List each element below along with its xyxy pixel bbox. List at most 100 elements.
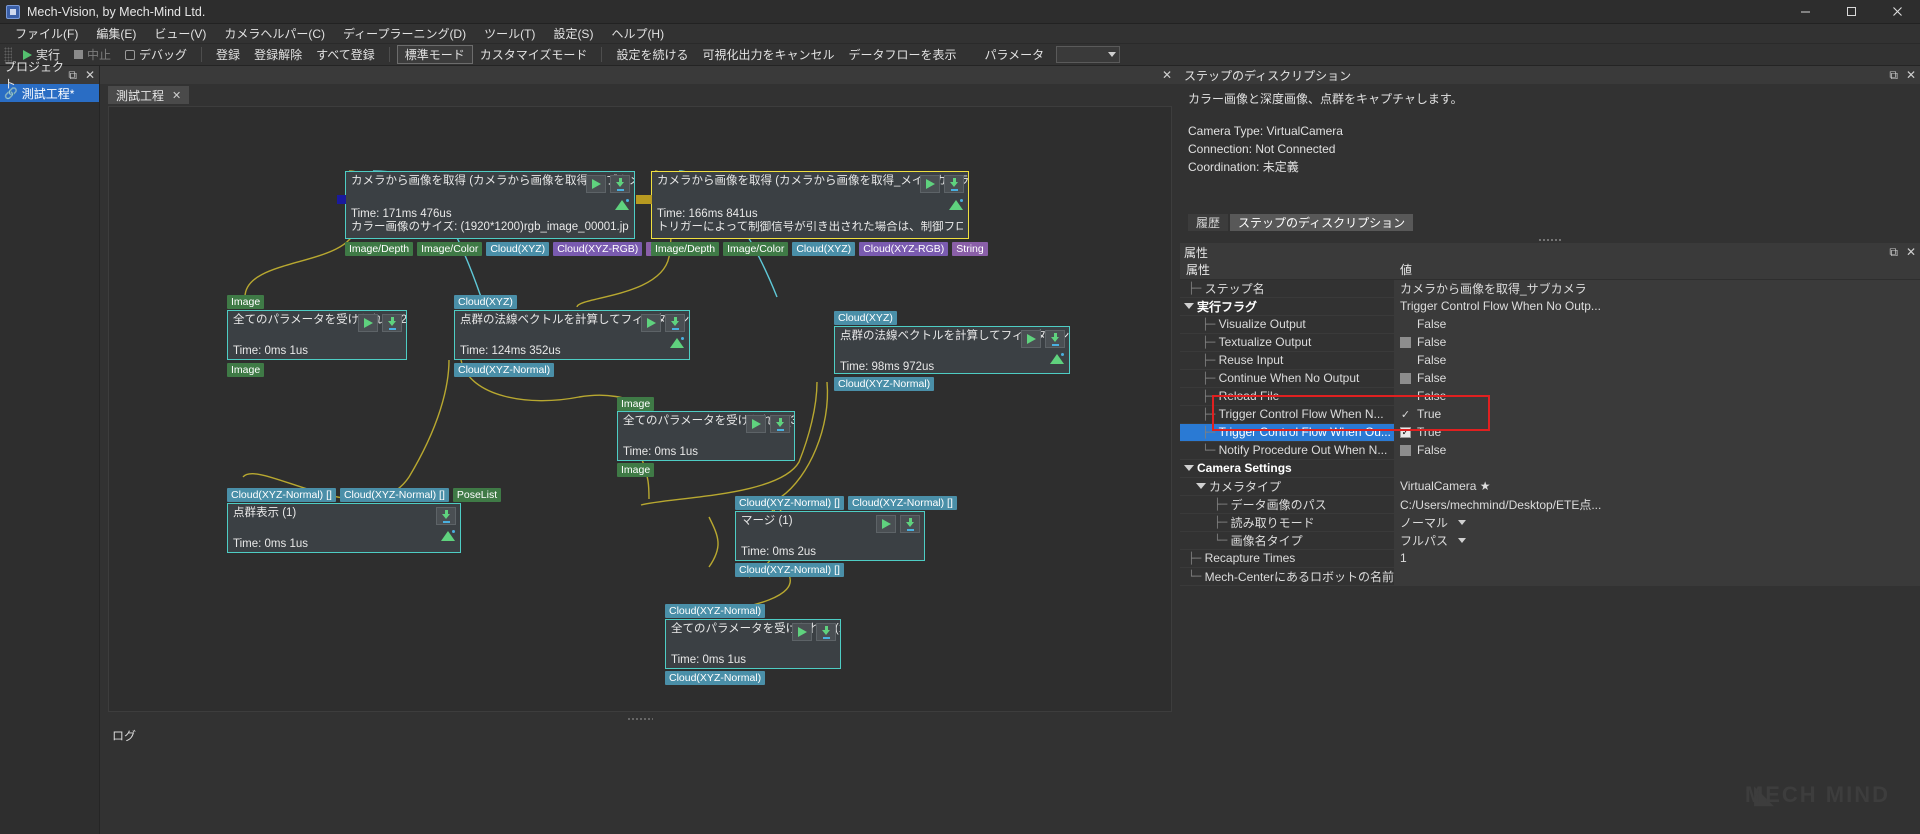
editor-close-icon[interactable]: ✕ xyxy=(1162,69,1172,81)
node-accept-all-params-3[interactable]: 全てのパラメータを受け入れる (3) Time: 0ms 1us xyxy=(617,411,795,461)
chevron-down-icon[interactable] xyxy=(1196,483,1206,489)
port-cloud-xyz-rgb[interactable]: Cloud(XYZ-RGB) xyxy=(553,242,643,256)
checkbox-icon[interactable] xyxy=(1399,444,1411,456)
show-dataflow-button[interactable]: データフローを表示 xyxy=(841,45,963,64)
port-string[interactable]: String xyxy=(952,242,988,256)
node-accept-all-params-1[interactable]: 全てのパラメータを受け入れる (1) Time: 0ms 1us xyxy=(665,619,841,669)
port-cloud-xyz-rgb[interactable]: Cloud(XYZ-RGB) xyxy=(859,242,949,256)
editor-tab-project[interactable]: 測試工程 ✕ xyxy=(108,86,190,104)
menu-edit[interactable]: 編集(E) xyxy=(87,24,145,44)
float-icon[interactable]: ⧉ xyxy=(1889,246,1898,258)
stop-button[interactable]: 中止 xyxy=(67,45,118,64)
minimize-button[interactable] xyxy=(1782,0,1828,24)
node-download-button[interactable] xyxy=(1045,330,1065,348)
standard-mode-button[interactable]: 標準モード xyxy=(396,45,473,64)
port-cloud-xyz-normal[interactable]: Cloud(XYZ-Normal) xyxy=(454,363,555,377)
node-run-button[interactable] xyxy=(792,623,812,641)
continue-setting-button[interactable]: 設定を続ける xyxy=(609,45,695,64)
port-image[interactable]: Image xyxy=(227,295,265,309)
node-run-button[interactable] xyxy=(920,175,940,193)
port-cloud-xyz-normal-a[interactable]: Cloud(XYZ-Normal) [] xyxy=(227,488,336,502)
port-cloud-xyz[interactable]: Cloud(XYZ) xyxy=(486,242,550,256)
port-cloud-xyz-normal[interactable]: Cloud(XYZ-Normal) xyxy=(665,604,766,618)
table-row[interactable]: Camera Settings xyxy=(1180,459,1920,478)
checkbox-icon[interactable] xyxy=(1399,336,1411,348)
port-cloud-xyz-normal[interactable]: Cloud(XYZ-Normal) xyxy=(834,377,935,391)
project-list-item[interactable]: 🔗 測試工程* xyxy=(0,84,99,102)
node-download-button[interactable] xyxy=(944,175,964,193)
node-download-button[interactable] xyxy=(816,623,836,641)
node-download-button[interactable] xyxy=(770,415,790,433)
port-cloud-xyz[interactable]: Cloud(XYZ) xyxy=(792,242,856,256)
checkbox-icon[interactable] xyxy=(1399,372,1411,384)
close-icon[interactable]: ✕ xyxy=(1906,69,1916,81)
node-accept-all-params-2[interactable]: 全てのパラメータを受け入れる (2) Time: 0ms 1us xyxy=(227,310,407,360)
menu-deep-learning[interactable]: ディープラーニング(D) xyxy=(334,24,475,44)
register-all-button[interactable]: すべて登録 xyxy=(309,45,382,64)
node-download-button[interactable] xyxy=(610,175,630,193)
menu-help[interactable]: ヘルプ(H) xyxy=(602,24,673,44)
custom-mode-button[interactable]: カスタマイズモード xyxy=(473,45,595,64)
menu-camera-helper[interactable]: カメラヘルパー(C) xyxy=(215,24,334,44)
cancel-visual-output-button[interactable]: 可視化出力をキャンセル xyxy=(695,45,841,64)
float-icon[interactable]: ⧉ xyxy=(68,69,77,81)
table-row[interactable]: ├─ Reload File False xyxy=(1180,387,1920,406)
node-merge-1[interactable]: マージ (1) Time: 0ms 2us xyxy=(735,511,925,561)
node-download-button[interactable] xyxy=(436,507,456,525)
node-normal-filter-2[interactable]: 点群の法線ベクトルを計算してフィルタリング (2) Time: 98ms 972… xyxy=(834,326,1070,374)
menu-settings[interactable]: 設定(S) xyxy=(544,24,602,44)
node-download-button[interactable] xyxy=(665,314,685,332)
port-cloud-xyz[interactable]: Cloud(XYZ) xyxy=(454,295,517,309)
port-image[interactable]: Image xyxy=(617,397,655,411)
graph-canvas[interactable]: カメラから画像を取得 (カメラから画像を取得_サブカメラ) Time: 171m… xyxy=(108,106,1172,712)
port-image[interactable]: Image xyxy=(227,363,265,377)
tab-step-description[interactable]: ステップのディスクリプション xyxy=(1230,214,1414,231)
table-row[interactable]: ├─ Reuse Input False xyxy=(1180,351,1920,370)
node-run-button[interactable] xyxy=(641,314,661,332)
node-normal-filter-1[interactable]: 点群の法線ベクトルを計算してフィルタリング (1) Time: 124ms 35… xyxy=(454,310,690,360)
parameter-select[interactable] xyxy=(1056,46,1121,63)
table-row[interactable]: ├─ Textualize Output False xyxy=(1180,333,1920,352)
port-cloud-xyz-normal-b[interactable]: Cloud(XYZ-Normal) [] xyxy=(847,496,957,510)
menu-file[interactable]: ファイル(F) xyxy=(6,24,87,44)
table-row[interactable]: ├─ 読み取りモード ノーマル xyxy=(1180,513,1920,532)
chevron-down-icon[interactable] xyxy=(1457,519,1466,525)
node-run-button[interactable] xyxy=(876,515,896,533)
canvas-splitter[interactable] xyxy=(108,714,1172,722)
port-poselist[interactable]: PoseList xyxy=(452,488,502,502)
close-button[interactable] xyxy=(1874,0,1920,24)
close-icon[interactable]: ✕ xyxy=(1906,246,1916,258)
table-row[interactable]: └─ Notify Procedure Out When N... False xyxy=(1180,441,1920,460)
node-input-socket[interactable] xyxy=(337,195,346,204)
table-row[interactable]: ├─ ステップ名 カメラから画像を取得_サブカメラ xyxy=(1180,279,1920,298)
tab-history[interactable]: 履歴 xyxy=(1188,214,1229,231)
node-run-button[interactable] xyxy=(746,415,766,433)
tab-close-icon[interactable]: ✕ xyxy=(172,89,181,102)
table-row[interactable]: ├─ Recapture Times 1 xyxy=(1180,549,1920,568)
port-image-color[interactable]: Image/Color xyxy=(417,242,483,256)
table-row[interactable]: ├─ データ画像のパス C:/Users/mechmind/Desktop/ET… xyxy=(1180,495,1920,514)
table-row[interactable]: カメラタイプ VirtualCamera ★ xyxy=(1180,477,1920,496)
node-get-image-main[interactable]: カメラから画像を取得 (カメラから画像を取得_メインカメラ) Time: 166… xyxy=(651,171,969,239)
table-row[interactable]: ├─ Continue When No Output False xyxy=(1180,369,1920,388)
node-run-button[interactable] xyxy=(1021,330,1041,348)
float-icon[interactable]: ⧉ xyxy=(1889,69,1898,81)
port-cloud-xyz-normal[interactable]: Cloud(XYZ-Normal) xyxy=(665,671,766,685)
node-get-image-sub[interactable]: カメラから画像を取得 (カメラから画像を取得_サブカメラ) Time: 171m… xyxy=(345,171,635,239)
debug-toggle[interactable]: デバッグ xyxy=(118,45,194,64)
unregister-button[interactable]: 登録解除 xyxy=(247,45,309,64)
menu-tools[interactable]: ツール(T) xyxy=(475,24,544,44)
port-cloud-xyz-normal-a[interactable]: Cloud(XYZ-Normal) [] xyxy=(735,496,844,510)
node-run-button[interactable] xyxy=(586,175,606,193)
node-run-button[interactable] xyxy=(358,314,378,332)
port-image-depth[interactable]: Image/Depth xyxy=(345,242,414,256)
port-image-depth[interactable]: Image/Depth xyxy=(651,242,720,256)
close-icon[interactable]: ✕ xyxy=(85,69,95,81)
chevron-down-icon[interactable] xyxy=(1184,465,1194,471)
port-cloud-xyz-normal-b[interactable]: Cloud(XYZ-Normal) [] xyxy=(339,488,449,502)
chevron-down-icon[interactable] xyxy=(1457,537,1466,543)
table-row[interactable]: 実行フラグ Trigger Control Flow When No Outp.… xyxy=(1180,297,1920,316)
table-row[interactable]: └─ 画像名タイプ フルパス xyxy=(1180,531,1920,550)
table-row[interactable]: ├─ Visualize Output False xyxy=(1180,315,1920,334)
table-row[interactable]: ├─ Trigger Control Flow When N... ✓ True xyxy=(1180,405,1920,424)
